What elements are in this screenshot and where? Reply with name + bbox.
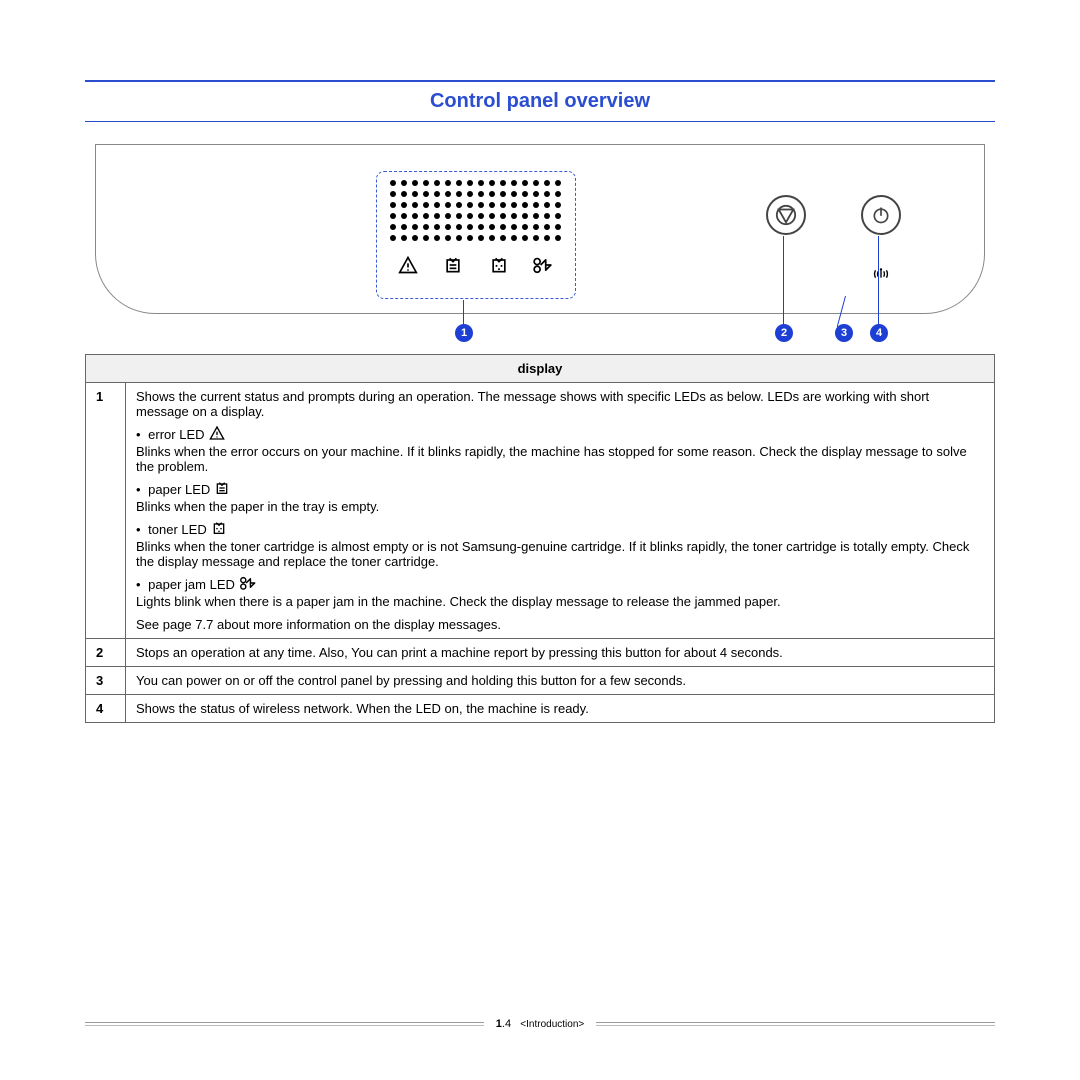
stop-button[interactable]: [766, 195, 806, 235]
legend-row-2: Stops an operation at any time. Also, Yo…: [126, 639, 995, 667]
paper-led-desc: Blinks when the paper in the tray is emp…: [136, 499, 379, 514]
rule-top: [85, 80, 995, 82]
error-led-label: error LED: [148, 427, 204, 442]
paper-led-label: paper LED: [148, 482, 210, 497]
row1-see: See page 7.7 about more information on t…: [136, 617, 984, 632]
error-led-icon: [209, 425, 225, 444]
toner-led-label: toner LED: [148, 522, 207, 537]
paper-jam-led-icon: [239, 575, 259, 594]
callout-1: 1: [455, 324, 473, 342]
footer-section: <Introduction>: [520, 1019, 584, 1030]
legend-row-4: Shows the status of wireless network. Wh…: [126, 695, 995, 723]
legend-row-3: You can power on or off the control pane…: [126, 667, 995, 695]
legend-table: display 1 Shows the current status and p…: [85, 354, 995, 723]
toner-led-desc: Blinks when the toner cartridge is almos…: [136, 539, 969, 569]
display-area: [376, 171, 576, 299]
legend-row-num: 1: [86, 383, 126, 639]
toner-led-icon: [211, 520, 227, 539]
legend-header: display: [86, 355, 995, 383]
paper-led-icon: [214, 480, 230, 499]
rule-bottom: [85, 121, 995, 122]
error-led-icon: [396, 253, 420, 277]
legend-row-1: Shows the current status and prompts dur…: [126, 383, 995, 639]
paper-led-icon: [441, 253, 465, 277]
paper-jam-led-icon: [532, 253, 556, 277]
printer-panel-outline: [95, 144, 985, 314]
toner-led-icon: [487, 253, 511, 277]
dot-matrix-display: [385, 180, 567, 243]
error-led-desc: Blinks when the error occurs on your mac…: [136, 444, 967, 474]
jam-led-desc: Lights blink when there is a paper jam i…: [136, 594, 781, 609]
wireless-led-icon: [870, 263, 892, 285]
row1-intro: Shows the current status and prompts dur…: [136, 389, 984, 419]
legend-row-num: 3: [86, 667, 126, 695]
footer-page: 4: [505, 1018, 511, 1030]
page-title: Control panel overview: [85, 86, 995, 121]
callout-2: 2: [775, 324, 793, 342]
page-footer: 1.4 <Introduction>: [85, 1018, 995, 1030]
control-panel-diagram: 1 2 3 4: [85, 144, 995, 314]
callout-3: 3: [835, 324, 853, 342]
callout-4: 4: [870, 324, 888, 342]
jam-led-label: paper jam LED: [148, 577, 235, 592]
legend-row-num: 4: [86, 695, 126, 723]
power-button[interactable]: [861, 195, 901, 235]
legend-row-num: 2: [86, 639, 126, 667]
